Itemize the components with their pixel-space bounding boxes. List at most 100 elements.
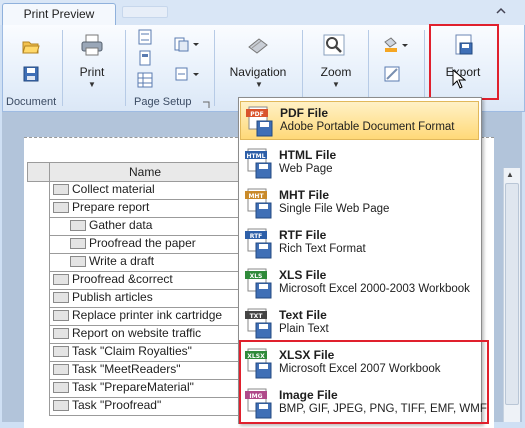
row-label: Replace printer ink cartridge <box>72 308 223 322</box>
minimize-ribbon-icon[interactable] <box>494 4 508 18</box>
table-row[interactable]: Proofread the paper <box>49 235 240 254</box>
row-node-icon <box>53 382 69 394</box>
row-node-icon <box>70 220 86 232</box>
dialog-launcher-icon[interactable] <box>202 100 210 112</box>
row-node-icon <box>53 364 69 376</box>
row-label: Publish articles <box>72 290 153 304</box>
svg-text:HTML: HTML <box>247 153 266 160</box>
table-row[interactable]: Write a draft <box>49 253 240 272</box>
table-row[interactable]: Task "MeetReaders" <box>49 361 240 380</box>
export-item-rtf[interactable]: RTF RTF File Rich Text Format <box>240 224 479 263</box>
row-label: Gather data <box>89 218 153 232</box>
scrollbar-thumb[interactable] <box>505 183 519 405</box>
row-node-icon <box>53 400 69 412</box>
zoom-icon <box>322 33 346 60</box>
group-separator <box>214 30 215 106</box>
print-dropdown-arrow-icon[interactable]: ▼ <box>88 80 96 89</box>
print-button[interactable]: Print <box>66 65 118 79</box>
export-item-title: RTF File <box>279 228 327 242</box>
export-highlight-frame <box>429 24 499 100</box>
row-node-icon <box>70 238 86 250</box>
watermark-icon[interactable] <box>384 66 400 85</box>
table-row[interactable]: Proofread &correct <box>49 271 240 290</box>
html-file-icon: HTML <box>244 148 274 179</box>
row-label: Task "Claim Royalties" <box>72 344 192 358</box>
zoom-button[interactable]: Zoom <box>312 65 360 79</box>
export-item-title: XLS File <box>279 268 327 282</box>
export-item-mht[interactable]: MHT MHT File Single File Web Page <box>240 184 479 223</box>
export-item-txt[interactable]: TXT Text File Plain Text <box>240 304 479 343</box>
table-row[interactable]: Report on website traffic <box>49 325 240 344</box>
paper-size-icon[interactable] <box>174 36 200 55</box>
rtf-file-icon: RTF <box>244 228 274 259</box>
export-item-description: Web Page <box>279 163 333 175</box>
export-item-xls[interactable]: XLS XLS File Microsoft Excel 2000-2003 Wor… <box>240 264 479 303</box>
printer-icon <box>80 33 104 60</box>
export-item-title: MHT File <box>279 188 329 202</box>
svg-text:RTF: RTF <box>250 233 263 240</box>
group-label-page-setup: Page Setup <box>134 96 192 108</box>
table-row[interactable]: Task "PrepareMaterial" <box>49 379 240 398</box>
row-node-icon <box>53 274 69 286</box>
page-color-icon[interactable] <box>382 37 410 58</box>
group-separator <box>125 30 126 106</box>
zoom-dropdown-arrow-icon[interactable]: ▼ <box>332 80 340 89</box>
mht-file-icon: MHT <box>244 188 274 219</box>
export-item-description: Microsoft Excel 2000-2003 Workbook <box>279 283 470 295</box>
open-icon[interactable] <box>22 38 40 57</box>
xls-file-icon: XLS <box>244 268 274 299</box>
xlsx-image-highlight-frame <box>239 340 489 424</box>
export-item-description: Adobe Portable Document Format <box>280 121 455 133</box>
table-row[interactable]: Gather data <box>49 217 240 236</box>
export-item-pdf[interactable]: PDF PDF File Adobe Portable Document Forma… <box>240 101 479 140</box>
group-separator <box>424 30 425 106</box>
row-label: Proofread &correct <box>72 272 173 286</box>
navigation-icon <box>246 35 270 58</box>
svg-text:PDF: PDF <box>250 111 263 118</box>
row-label: Task "Proofread" <box>72 398 162 412</box>
navigation-button[interactable]: Navigation <box>226 65 290 79</box>
row-label: Report on website traffic <box>72 326 202 340</box>
row-label: Proofread the paper <box>89 236 196 250</box>
group-label-document: Document <box>6 96 57 108</box>
row-node-icon <box>53 346 69 358</box>
export-item-description: Single File Web Page <box>279 203 390 215</box>
row-label: Prepare report <box>72 200 150 214</box>
row-node-icon <box>70 256 86 268</box>
group-separator <box>302 30 303 106</box>
row-label: Task "PrepareMaterial" <box>72 380 194 394</box>
table-row[interactable]: Prepare report <box>49 199 240 218</box>
row-node-icon <box>53 292 69 304</box>
table-row[interactable]: Collect material <box>49 181 240 200</box>
grid-header-name: Name <box>49 162 241 182</box>
orientation-icon[interactable] <box>137 50 153 69</box>
grid-header-indicator <box>27 162 50 182</box>
export-item-title: Text File <box>279 308 327 322</box>
scroll-up-arrow-icon[interactable]: ▲ <box>506 170 514 179</box>
row-label: Task "MeetReaders" <box>72 362 181 376</box>
page-grid-icon[interactable] <box>137 72 153 91</box>
pdf-file-icon: PDF <box>245 106 275 137</box>
export-item-description: Rich Text Format <box>279 243 366 255</box>
tab-print-preview[interactable]: Print Preview <box>2 3 116 26</box>
row-node-icon <box>53 310 69 322</box>
export-item-description: Plain Text <box>279 323 329 335</box>
table-row[interactable]: Replace printer ink cartridge <box>49 307 240 326</box>
tab-inactive[interactable] <box>122 6 168 18</box>
row-label: Write a draft <box>89 254 155 268</box>
txt-file-icon: TXT <box>244 308 274 339</box>
row-node-icon <box>53 328 69 340</box>
navigation-dropdown-arrow-icon[interactable]: ▼ <box>255 80 263 89</box>
row-label: Collect material <box>72 182 155 196</box>
table-row[interactable]: Task "Claim Royalties" <box>49 343 240 362</box>
save-icon[interactable] <box>23 66 39 85</box>
scale-icon[interactable] <box>174 66 200 85</box>
table-row[interactable]: Publish articles <box>49 289 240 308</box>
margins-icon[interactable] <box>137 29 153 48</box>
group-separator <box>62 30 63 106</box>
export-item-html[interactable]: HTML HTML File Web Page <box>240 144 479 183</box>
table-row[interactable]: Task "Proofread" <box>49 397 240 416</box>
export-item-title: HTML File <box>279 148 337 162</box>
group-separator <box>368 30 369 106</box>
row-node-icon <box>53 184 69 196</box>
